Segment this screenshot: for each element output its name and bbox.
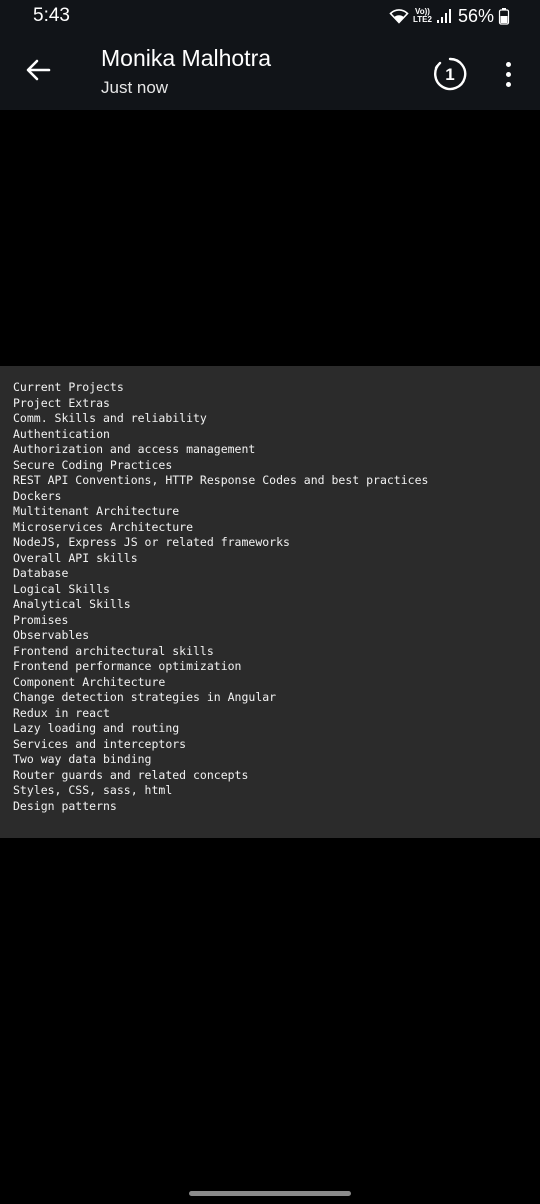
image-text-line: Lazy loading and routing [13,721,180,735]
wifi-icon [389,8,409,24]
status-bar: 5:43 Vo)) LTE2 56% [0,0,540,32]
contact-name: Monika Malhotra [101,45,272,71]
back-arrow-icon [26,59,51,81]
image-text-line: Authorization and access management [13,442,256,456]
image-text-line: Observables [13,628,90,642]
image-text-line: Project Extras [13,395,110,410]
gesture-nav-handle[interactable] [189,1191,351,1196]
view-once-count: 1 [445,65,454,84]
view-once-button[interactable]: 1 [432,56,468,92]
image-text-line: Frontend performance optimization [13,659,242,673]
more-options-button[interactable] [496,56,520,92]
status-viewer-screen: 5:43 Vo)) LTE2 56% Monika Malhotra Just … [0,0,540,1204]
image-text-line: Overall API skills [13,550,138,565]
image-text-line: Authentication [13,426,110,441]
image-text-line: Comm. Skills and reliability [13,411,207,425]
image-text-line: Router guards and related concepts [13,767,249,782]
signal-icon [436,8,452,24]
image-text-line: Styles, CSS, sass, html [13,783,173,797]
image-text-line: Secure Coding Practices [13,457,173,472]
image-text-line: Current Projects [13,380,124,394]
network-type-label: Vo)) LTE2 [413,8,432,24]
status-image: Current Projects Project Extras Comm. Skil… [0,366,540,838]
image-text-line: Redux in react [13,705,110,720]
image-text-line: Microservices Architecture [13,519,194,534]
network-label-bottom: LTE2 [413,15,432,24]
battery-percent: 56% [457,5,494,26]
status-time: 5:43 [33,5,70,26]
image-text-line: Logical Skills [13,581,110,596]
image-text-line: Change detection strategies in Angular [13,690,277,704]
image-text-line: Component Architecture [13,674,166,689]
more-options-icon [505,61,511,67]
view-once-icon: 1 [434,57,467,91]
image-text-line: Design patterns [13,798,117,813]
image-text-line: Services and interceptors [13,736,187,751]
app-bar: Monika Malhotra Just now 1 [0,32,540,110]
image-text-line: Promises [13,612,69,627]
battery-icon [498,7,510,25]
more-options-dot [505,71,511,77]
image-text-list: Current Projects Project Extras Comm. Skil… [13,380,428,814]
image-text-line: Database [13,566,69,580]
image-text-line: Analytical Skills [13,597,131,611]
image-text-line: Multitenant Architecture [13,504,180,518]
image-text-line: NodeJS, Express JS or related frameworks [13,535,290,549]
image-text-line: Frontend architectural skills [13,643,214,658]
status-indicators: Vo)) LTE2 56% [389,4,510,28]
more-options-dot [505,81,511,87]
status-timestamp: Just now [101,78,169,97]
image-text-line: REST API Conventions, HTTP Response Code… [13,473,429,487]
image-text-line: Dockers [13,488,62,503]
back-button[interactable] [20,52,56,88]
image-text-line: Two way data binding [13,752,152,766]
